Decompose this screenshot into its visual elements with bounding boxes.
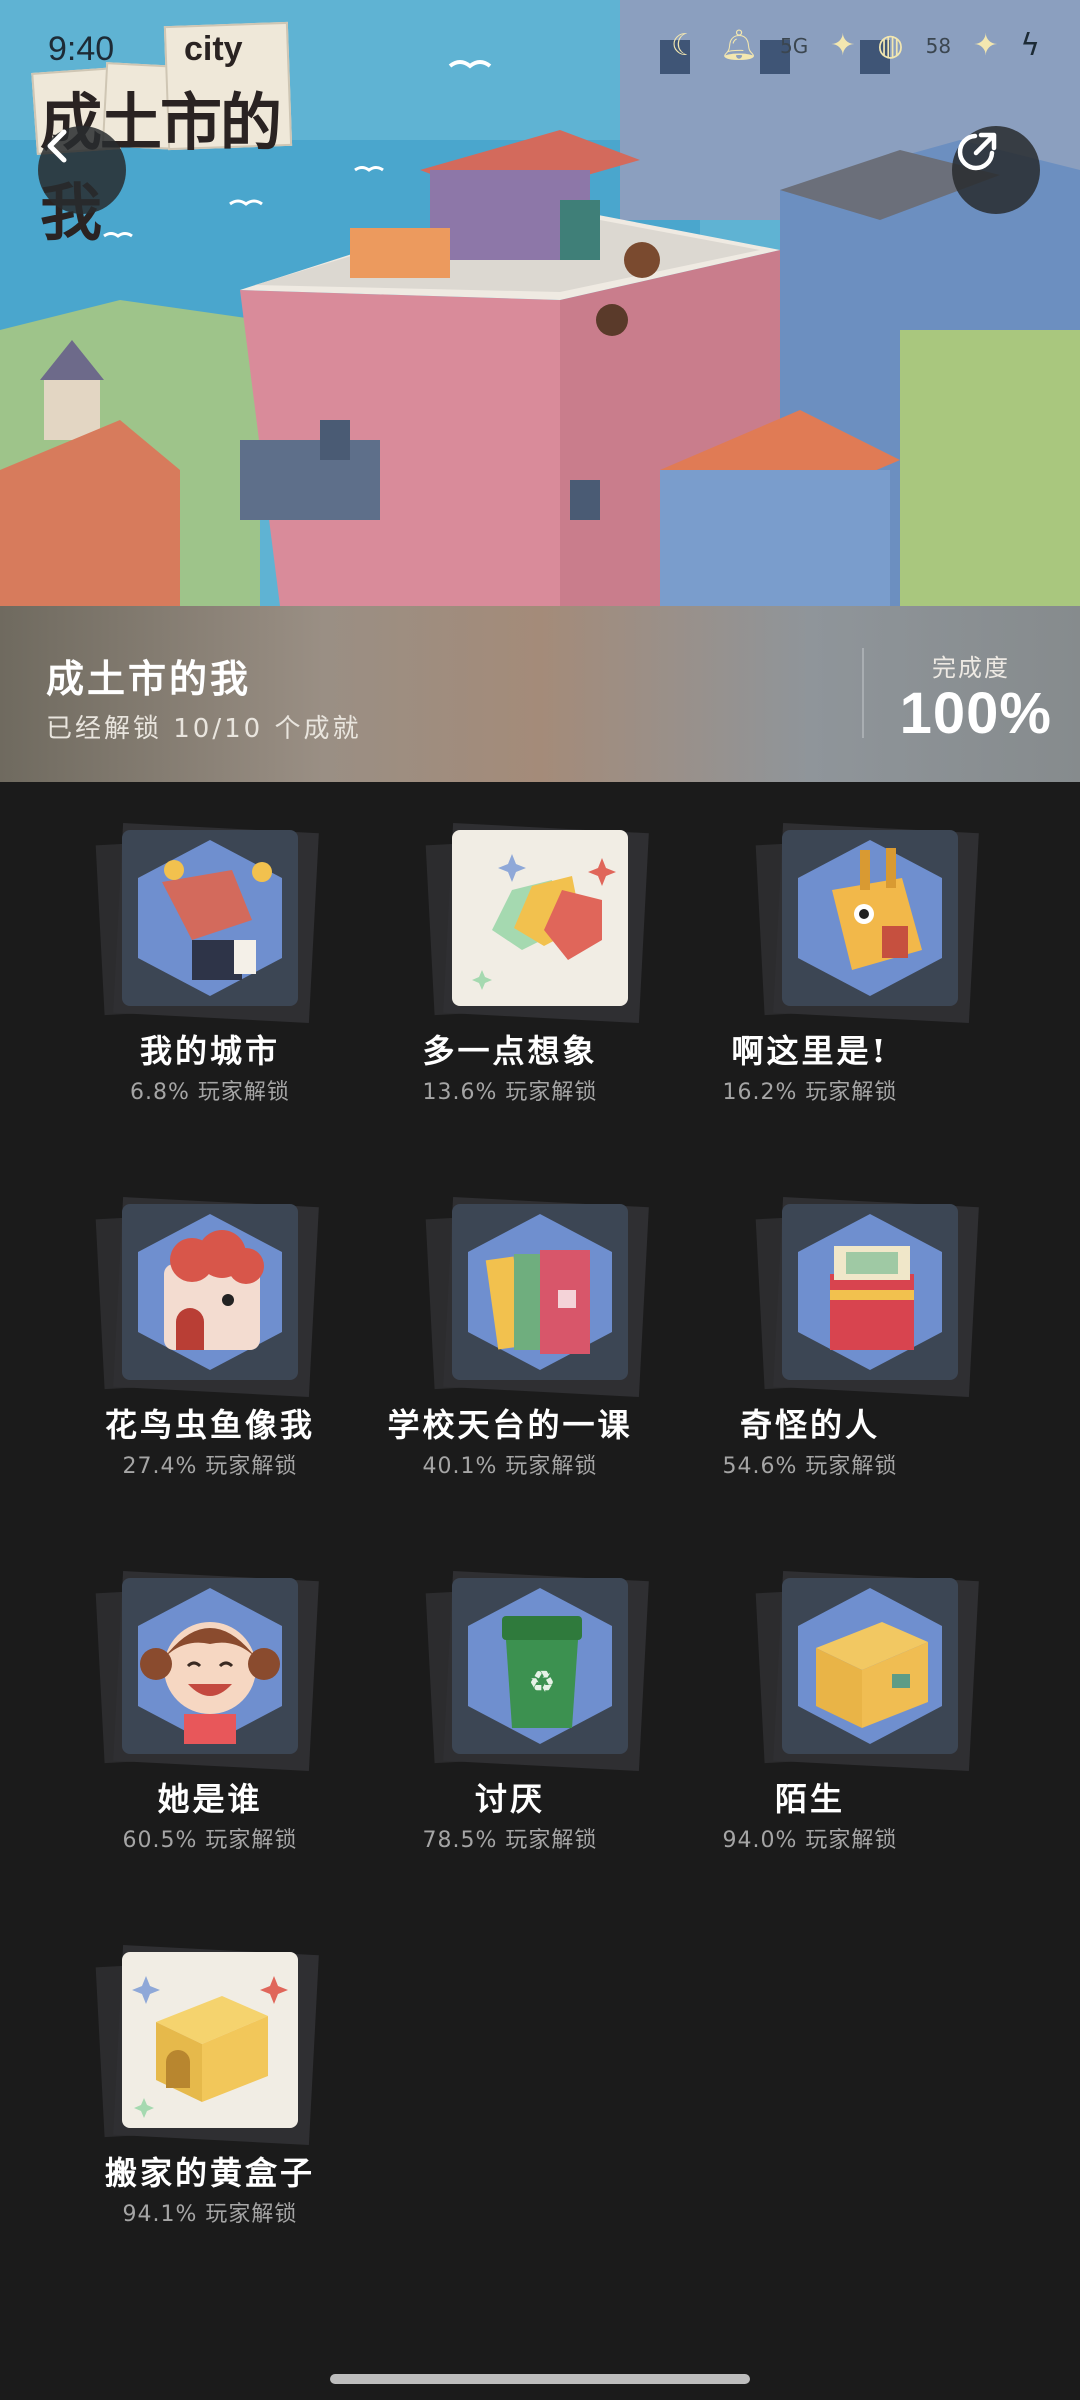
achievement-badge — [95, 823, 319, 1023]
svg-text:♻: ♻ — [529, 1665, 556, 1700]
home-indicator[interactable] — [330, 2374, 750, 2384]
achievement-name: 陌生 — [774, 1780, 845, 1818]
planet-icon: ◍ — [877, 28, 904, 63]
achievement-card[interactable]: 她是谁 60.5% 玩家解锁 — [0, 1530, 330, 1870]
achievement-card[interactable]: 啊这里是! 16.2% 玩家解锁 — [660, 782, 990, 1122]
city-hand-icon — [138, 840, 282, 996]
achievement-badge — [95, 1571, 319, 1771]
game-summary-panel: 成土市的我 已经解锁 10/10 个成就 完成度 100% — [0, 606, 1080, 782]
books-icon — [468, 1214, 612, 1370]
achievement-badge — [755, 1197, 979, 1397]
achievement-name: 搬家的黄盒子 — [104, 2154, 315, 2192]
back-button[interactable] — [38, 126, 126, 214]
achievement-badge: ♻ — [425, 1571, 649, 1771]
achievement-rate: 94.0% 玩家解锁 — [722, 1828, 898, 1853]
network-label: 5G — [780, 33, 809, 58]
achievement-card[interactable]: 我的城市 6.8% 玩家解锁 — [0, 782, 330, 1122]
charging-icon: ϟ — [1020, 28, 1040, 63]
moon-icon: ☾ — [671, 28, 698, 63]
sparkle-icon-2: ✦ — [973, 28, 999, 63]
unlock-summary: 已经解锁 10/10 个成就 — [46, 714, 362, 744]
achievement-rate: 94.1% 玩家解锁 — [122, 2202, 298, 2227]
sparkle-icon: ✦ — [830, 28, 856, 63]
achievement-badge — [755, 1571, 979, 1771]
achievement-card[interactable]: 花鸟虫鱼像我 27.4% 玩家解锁 — [0, 1156, 330, 1496]
completion-label: 完成度 — [932, 654, 1010, 682]
achievement-card[interactable]: 奇怪的人 54.6% 玩家解锁 — [660, 1156, 990, 1496]
achievement-badge — [425, 823, 649, 1023]
achievement-rate: 16.2% 玩家解锁 — [722, 1080, 898, 1105]
game-title: 成土市的我 — [46, 656, 252, 701]
imagination-icon — [472, 854, 616, 990]
yellow-box-icon — [132, 1976, 288, 2118]
share-button[interactable] — [952, 126, 1040, 214]
achievement-card[interactable]: 搬家的黄盒子 94.1% 玩家解锁 — [0, 1904, 330, 2244]
battery-level: 58 — [925, 33, 952, 58]
completion-value: 100% — [899, 681, 1052, 746]
chevron-left-icon — [47, 129, 67, 163]
achievement-card[interactable]: 陌生 94.0% 玩家解锁 — [660, 1530, 990, 1870]
achievement-rate: 54.6% 玩家解锁 — [722, 1454, 898, 1479]
achievement-name: 奇怪的人 — [739, 1406, 880, 1444]
trash-bin-icon: ♻ — [468, 1588, 612, 1744]
bird-house-icon — [138, 1214, 282, 1370]
giraffe-house-icon — [798, 840, 942, 996]
bell-icon: 🔔︎ — [719, 28, 759, 63]
achievement-badge — [95, 1945, 319, 2145]
achievement-badge — [755, 823, 979, 1023]
achievement-badge — [425, 1197, 649, 1397]
share-icon — [957, 132, 997, 171]
open-box-icon — [798, 1214, 942, 1370]
girl-face-icon — [138, 1588, 282, 1744]
achievement-badge — [95, 1197, 319, 1397]
logo-city-text: city — [184, 30, 243, 68]
divider — [862, 648, 864, 738]
achievement-name: 啊这里是! — [731, 1032, 889, 1070]
cardboard-box-icon — [798, 1588, 942, 1744]
hero-illustration: 9:40 ☾ 🔔︎ 5G ✦ ◍ 58 ✦ ϟ city 成土市的我 — [0, 0, 1080, 606]
